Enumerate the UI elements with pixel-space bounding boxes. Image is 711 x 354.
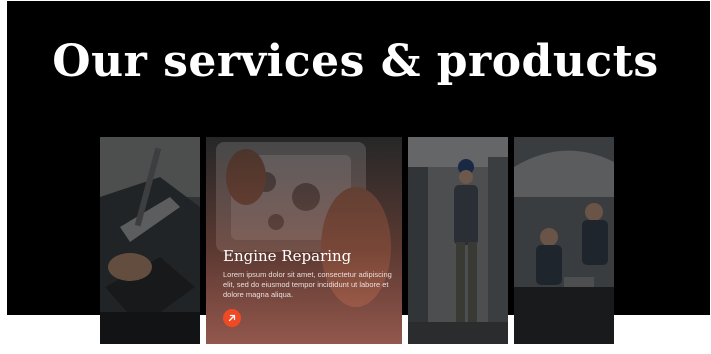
service-card-mechanic[interactable] <box>408 137 508 344</box>
card-overlay <box>514 137 614 344</box>
card-description: Lorem ipsum dolor sit amet, consectetur … <box>223 270 392 299</box>
service-card-engine-repairing[interactable]: Engine Reparing Lorem ipsum dolor sit am… <box>206 137 402 344</box>
arrow-up-right-icon <box>228 314 236 322</box>
service-card-mechanics-team[interactable] <box>514 137 614 344</box>
card-overlay <box>408 137 508 344</box>
service-card-engine-tools[interactable] <box>100 137 200 344</box>
card-title: Engine Reparing <box>223 247 352 265</box>
card-link-button[interactable] <box>223 309 241 327</box>
section-title: Our services & products <box>52 36 659 87</box>
card-overlay <box>100 137 200 344</box>
